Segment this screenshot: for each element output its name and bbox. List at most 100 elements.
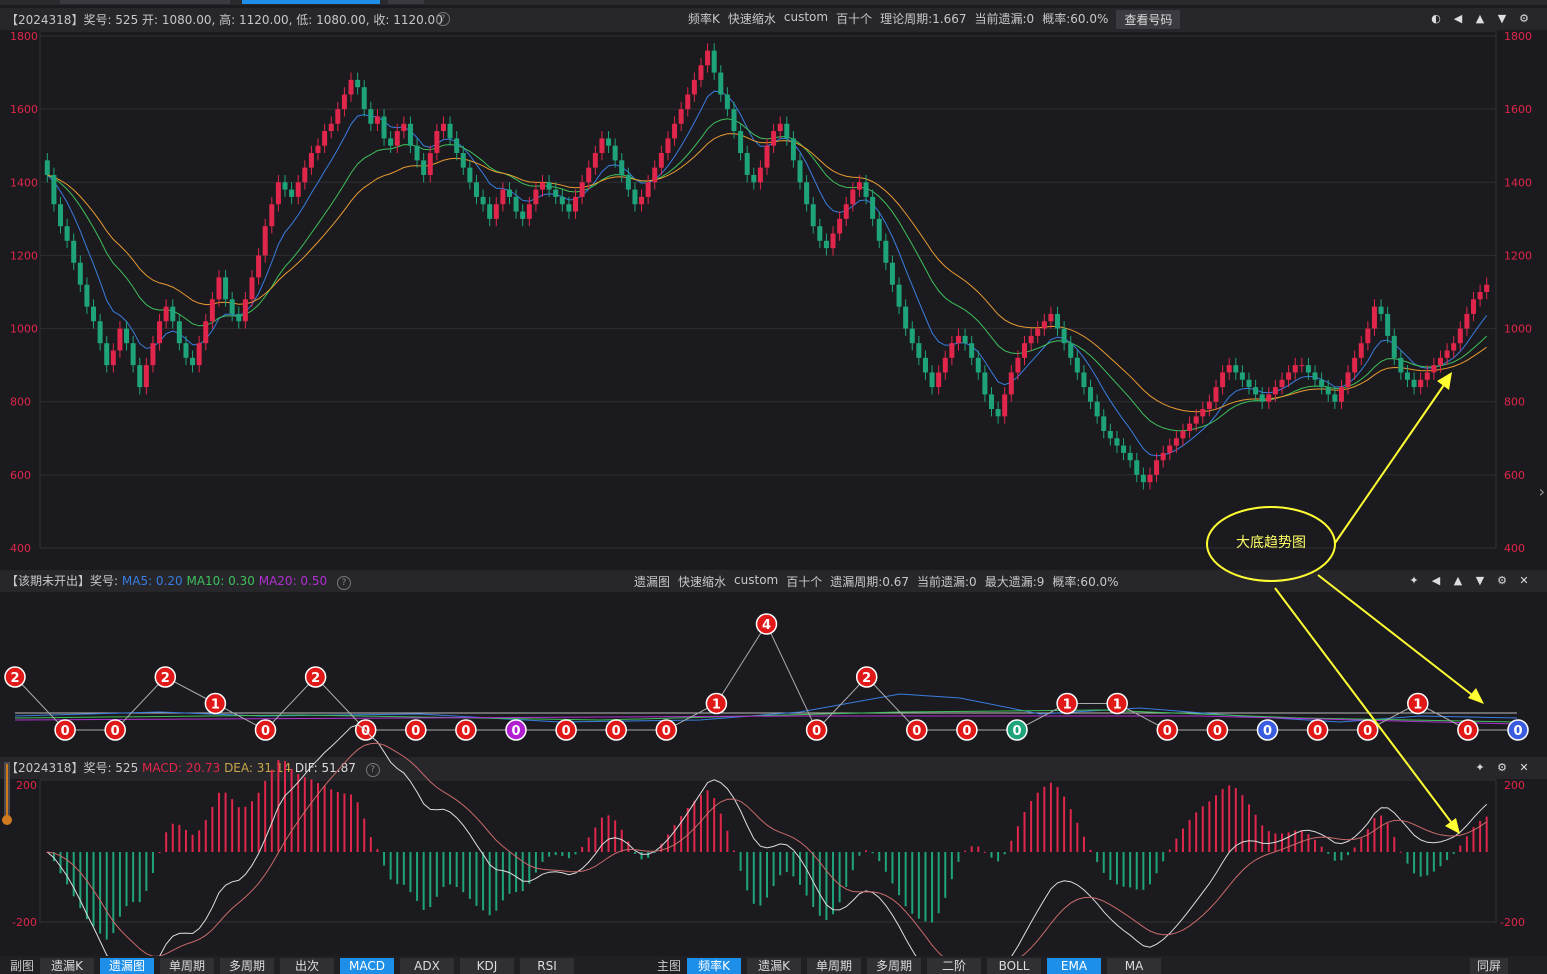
omission-point[interactable]: 0 xyxy=(805,719,828,741)
omission-point[interactable]: 2 xyxy=(855,666,878,688)
macd-bar xyxy=(1082,836,1085,852)
omission-point[interactable]: 0 xyxy=(1006,719,1028,741)
candle-body xyxy=(757,167,763,183)
candle-body xyxy=(1444,350,1450,358)
sub-tab-adx[interactable]: ADX xyxy=(400,958,454,974)
candle-body xyxy=(546,182,552,190)
macd-bar xyxy=(884,852,887,872)
candle-body xyxy=(1398,357,1404,373)
sub-tab-macd[interactable]: MACD xyxy=(340,958,394,974)
macd-bar xyxy=(1386,823,1389,852)
omission-point[interactable]: 0 xyxy=(104,719,126,741)
macd-bar xyxy=(983,851,986,853)
omission-point[interactable]: 0 xyxy=(455,719,477,741)
main-tab-频率k[interactable]: 频率K xyxy=(687,958,741,974)
macd-bar xyxy=(904,852,907,907)
macd-bar xyxy=(924,852,927,922)
omission-point-label: 0 xyxy=(1363,724,1372,739)
main-tab-ema[interactable]: EMA xyxy=(1047,958,1101,974)
main-tab-遗漏k[interactable]: 遗漏K xyxy=(747,958,801,974)
y-tick-left: 1000 xyxy=(10,323,38,336)
omission-point[interactable]: 0 xyxy=(254,719,277,741)
omission-point[interactable]: 0 xyxy=(906,719,928,741)
side-expand-icon[interactable]: › xyxy=(1539,482,1545,501)
macd-bar xyxy=(422,852,425,910)
sub-tab-kdj[interactable]: KDJ xyxy=(460,958,514,974)
omission-point[interactable]: 1 xyxy=(1407,692,1429,715)
scroll-thumb[interactable] xyxy=(6,764,8,820)
candle-body xyxy=(1055,313,1061,329)
macd-bar xyxy=(376,849,379,852)
main-tab-ma[interactable]: MA xyxy=(1107,958,1161,974)
candle-body xyxy=(1451,343,1457,351)
omission-point[interactable]: 4 xyxy=(755,613,778,635)
macd-bar xyxy=(165,832,168,852)
main-tab-boll[interactable]: BOLL xyxy=(987,958,1041,974)
omission-point[interactable]: 0 xyxy=(605,719,627,741)
omission-point[interactable]: 1 xyxy=(1106,692,1128,715)
omission-point[interactable]: 2 xyxy=(304,666,327,688)
candle-body xyxy=(969,343,975,358)
macd-y-bottom-left: -200 xyxy=(12,916,37,929)
candle-body xyxy=(606,138,612,146)
macd-bar xyxy=(85,852,88,920)
sub-tab-rsi[interactable]: RSI xyxy=(520,958,574,974)
main-tab-单周期[interactable]: 单周期 xyxy=(807,958,861,974)
omission-point[interactable]: 2 xyxy=(4,666,26,688)
omission-point[interactable]: 0 xyxy=(1306,719,1329,741)
same-screen-button[interactable]: 同屏 xyxy=(1470,958,1508,974)
sub-tab-单周期[interactable]: 单周期 xyxy=(160,958,214,974)
main-chart[interactable]: 1800 1800 1600 1600 1400 1400 1200 1200 1000 1000… xyxy=(10,30,1532,555)
macd-bar xyxy=(931,852,934,923)
omission-point-label: 0 xyxy=(962,724,971,739)
omission-point[interactable]: 0 xyxy=(1256,719,1279,741)
macd-bar xyxy=(402,852,405,885)
omission-point[interactable]: 0 xyxy=(956,719,978,741)
omission-point[interactable]: 0 xyxy=(54,719,76,741)
macd-bar xyxy=(779,852,782,876)
omission-point[interactable]: 1 xyxy=(1056,692,1078,715)
omission-point[interactable]: 0 xyxy=(1156,719,1179,741)
macd-bar xyxy=(759,852,762,906)
candle-body xyxy=(1345,372,1351,388)
omission-point[interactable]: 1 xyxy=(705,692,728,715)
omission-point[interactable]: 1 xyxy=(204,692,227,715)
candle-body xyxy=(718,72,724,95)
candle-body xyxy=(1319,379,1325,388)
sub-tab-多周期[interactable]: 多周期 xyxy=(220,958,274,974)
omission-point[interactable]: 0 xyxy=(1356,719,1379,741)
main-tab-二阶[interactable]: 二阶 xyxy=(927,958,981,974)
omission-point[interactable]: 0 xyxy=(655,719,678,741)
candle-body xyxy=(242,299,248,322)
omission-point[interactable]: 0 xyxy=(505,719,527,741)
omission-point[interactable]: 0 xyxy=(1206,719,1229,741)
omission-point[interactable]: 0 xyxy=(1507,719,1529,741)
sub-tab-遗漏图[interactable]: 遗漏图 xyxy=(100,958,154,974)
sub-tab-遗漏k[interactable]: 遗漏K xyxy=(40,958,94,974)
macd-chart[interactable]: 200 -200 200 -200 xyxy=(2,724,1525,956)
candle-body xyxy=(982,372,988,395)
candle-body xyxy=(1338,387,1344,402)
candle-body xyxy=(1233,365,1239,373)
candle-body xyxy=(724,94,730,110)
omission-chart[interactable]: 2 0 0 2 1 0 2 0 0 0 0 0 0 0 1 4 0 2 0 0 0 1 1 0 0 0 0 0 1 0 0 xyxy=(0,592,1530,756)
macd-bar xyxy=(1228,785,1231,852)
sub-tab-出次[interactable]: 出次 xyxy=(280,958,334,974)
candle-body xyxy=(711,50,717,73)
macd-bar xyxy=(1327,852,1330,854)
main-tab-多周期[interactable]: 多周期 xyxy=(867,958,921,974)
bottom-toolbar: 副图 遗漏K 遗漏图 单周期 多周期 出次 MACD ADX KDJ RSI 主图 频率K 遗漏K… xyxy=(0,956,1547,974)
candle-body xyxy=(249,277,255,300)
omission-point[interactable]: 2 xyxy=(154,666,177,688)
candle-body xyxy=(176,321,182,344)
candle-body xyxy=(84,284,90,307)
candle-body xyxy=(91,306,97,322)
candle-body xyxy=(850,189,856,205)
macd-bar xyxy=(145,852,148,891)
omission-point[interactable]: 0 xyxy=(555,719,577,741)
omission-point[interactable]: 0 xyxy=(405,719,427,741)
macd-bar xyxy=(633,852,636,854)
candle-body xyxy=(559,196,565,205)
scroll-knob[interactable] xyxy=(2,815,12,825)
omission-point[interactable]: 0 xyxy=(1457,719,1479,741)
